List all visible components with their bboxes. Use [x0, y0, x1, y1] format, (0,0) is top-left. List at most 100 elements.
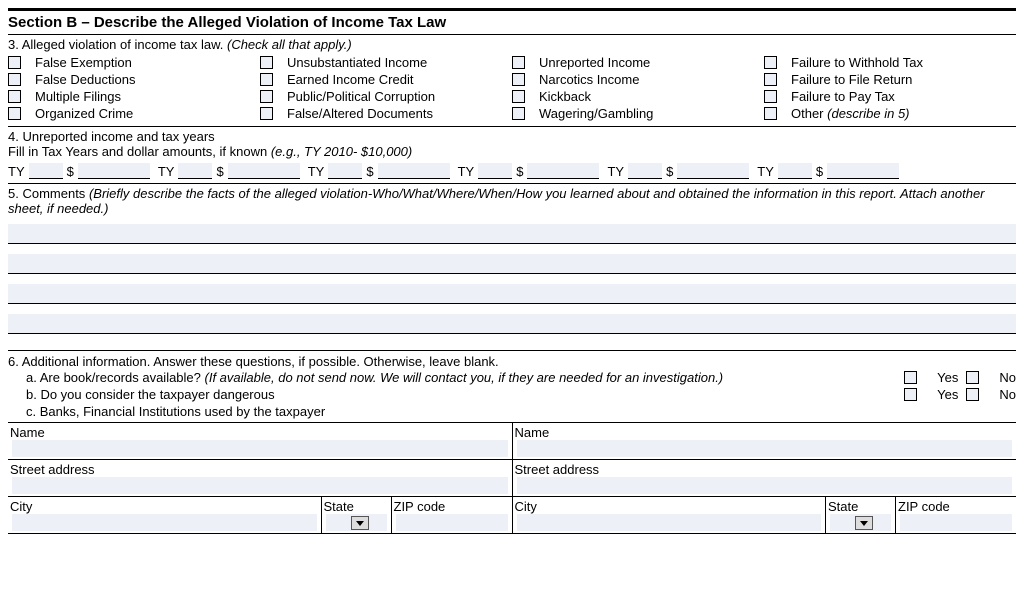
- state-label: State: [322, 497, 391, 514]
- ty-label: TY: [308, 164, 325, 179]
- bank2-street-input[interactable]: [517, 477, 1013, 494]
- option-label: Unsubstantiated Income: [287, 55, 427, 70]
- street-label: Street address: [513, 460, 1017, 477]
- ty-input-5[interactable]: [628, 163, 662, 179]
- other-hint: (describe in 5): [827, 106, 909, 121]
- ty-label: TY: [757, 164, 774, 179]
- q6b-no-checkbox[interactable]: [966, 388, 979, 401]
- name-label: Name: [8, 423, 512, 440]
- amt-input-1[interactable]: [78, 163, 150, 179]
- zip-label: ZIP code: [392, 497, 512, 514]
- checkbox-kickback[interactable]: [512, 90, 525, 103]
- bank1-zip-input[interactable]: [396, 514, 508, 531]
- q3-col-2: Unsubstantiated Income Earned Income Cre…: [260, 54, 512, 122]
- q6b: b. Do you consider the taxpayer dangerou…: [8, 386, 1016, 403]
- ty-input-1[interactable]: [29, 163, 63, 179]
- bank1-name-input[interactable]: [12, 440, 508, 457]
- bank-address-grid: Name Street address City State ZIP code: [8, 422, 1016, 534]
- q3-col-1: False Exemption False Deductions Multipl…: [8, 54, 260, 122]
- q6b-yes-checkbox[interactable]: [904, 388, 917, 401]
- q3-col-4: Failure to Withhold Tax Failure to File …: [764, 54, 1016, 122]
- amt-input-6[interactable]: [827, 163, 899, 179]
- checkbox-failure-withhold-tax[interactable]: [764, 56, 777, 69]
- ty-label: TY: [8, 164, 25, 179]
- checkbox-false-altered-documents[interactable]: [260, 107, 273, 120]
- checkbox-unreported-income[interactable]: [512, 56, 525, 69]
- bank1-street-input[interactable]: [12, 477, 508, 494]
- option-label: Kickback: [539, 89, 591, 104]
- bank-col-2: Name Street address City State ZIP code: [513, 423, 1017, 534]
- ty-label: TY: [158, 164, 175, 179]
- checkbox-earned-income-credit[interactable]: [260, 73, 273, 86]
- option-label: False Exemption: [35, 55, 132, 70]
- bank1-city-input[interactable]: [12, 514, 317, 531]
- bank1-state-dropdown[interactable]: [351, 516, 369, 530]
- ty-label: TY: [458, 164, 475, 179]
- checkbox-false-deductions[interactable]: [8, 73, 21, 86]
- checkbox-public-political-corruption[interactable]: [260, 90, 273, 103]
- checkbox-failure-pay-tax[interactable]: [764, 90, 777, 103]
- checkbox-false-exemption[interactable]: [8, 56, 21, 69]
- yes-label: Yes: [937, 370, 958, 385]
- amt-input-4[interactable]: [527, 163, 599, 179]
- option-label-other: Other (describe in 5): [791, 106, 910, 121]
- dollar-label: $: [366, 164, 373, 179]
- checkbox-narcotics-income[interactable]: [512, 73, 525, 86]
- option-label: Earned Income Credit: [287, 72, 413, 87]
- amt-input-5[interactable]: [677, 163, 749, 179]
- q4-line1: 4. Unreported income and tax years: [8, 129, 1016, 144]
- other-text: Other: [791, 106, 824, 121]
- bank2-zip-input[interactable]: [900, 514, 1012, 531]
- checkbox-multiple-filings[interactable]: [8, 90, 21, 103]
- option-label: Failure to File Return: [791, 72, 912, 87]
- section-b-header: Section B – Describe the Alleged Violati…: [8, 8, 1016, 35]
- amt-input-3[interactable]: [378, 163, 450, 179]
- dollar-label: $: [666, 164, 673, 179]
- bank-col-1: Name Street address City State ZIP code: [8, 423, 513, 534]
- ty-input-2[interactable]: [178, 163, 212, 179]
- checkbox-other[interactable]: [764, 107, 777, 120]
- option-label: Wagering/Gambling: [539, 106, 653, 121]
- bank2-state-dropdown[interactable]: [855, 516, 873, 530]
- bank2-city-input[interactable]: [517, 514, 822, 531]
- no-label: No: [999, 370, 1016, 385]
- ty-row: TY$ TY$ TY$ TY$ TY$ TY$: [8, 159, 1016, 179]
- checkbox-unsubstantiated-income[interactable]: [260, 56, 273, 69]
- zip-label: ZIP code: [896, 497, 1016, 514]
- ty-input-4[interactable]: [478, 163, 512, 179]
- option-label: Failure to Pay Tax: [791, 89, 895, 104]
- q3-col-3: Unreported Income Narcotics Income Kickb…: [512, 54, 764, 122]
- comment-line-2[interactable]: [8, 254, 1016, 274]
- amt-input-2[interactable]: [228, 163, 300, 179]
- q5-prefix: 5. Comments: [8, 186, 85, 201]
- no-label: No: [999, 387, 1016, 402]
- option-label: False Deductions: [35, 72, 135, 87]
- comment-line-3[interactable]: [8, 284, 1016, 304]
- option-label: Failure to Withhold Tax: [791, 55, 923, 70]
- checkbox-organized-crime[interactable]: [8, 107, 21, 120]
- dollar-label: $: [67, 164, 74, 179]
- q5-rest: (Briefly describe the facts of the alleg…: [8, 186, 985, 216]
- dollar-label: $: [516, 164, 523, 179]
- option-label: Multiple Filings: [35, 89, 121, 104]
- q3-hint: (Check all that apply.): [227, 37, 352, 52]
- ty-input-3[interactable]: [328, 163, 362, 179]
- city-label: City: [8, 497, 321, 514]
- q6a-yes-checkbox[interactable]: [904, 371, 917, 384]
- comment-line-1[interactable]: [8, 224, 1016, 244]
- yes-label: Yes: [937, 387, 958, 402]
- q3-prompt-line: 3. Alleged violation of income tax law. …: [8, 35, 1016, 54]
- q6a: a. Are book/records available? (If avail…: [8, 369, 1016, 386]
- checkbox-failure-file-return[interactable]: [764, 73, 777, 86]
- comment-line-4[interactable]: [8, 314, 1016, 334]
- checkbox-wagering-gambling[interactable]: [512, 107, 525, 120]
- q3-options: False Exemption False Deductions Multipl…: [8, 54, 1016, 127]
- option-label: Narcotics Income: [539, 72, 639, 87]
- q6c: c. Banks, Financial Institutions used by…: [8, 403, 1016, 420]
- q3-prompt: 3. Alleged violation of income tax law.: [8, 37, 223, 52]
- bank2-name-input[interactable]: [517, 440, 1013, 457]
- dollar-label: $: [816, 164, 823, 179]
- q4-line2-text: Fill in Tax Years and dollar amounts, if…: [8, 144, 267, 159]
- ty-input-6[interactable]: [778, 163, 812, 179]
- q6a-no-checkbox[interactable]: [966, 371, 979, 384]
